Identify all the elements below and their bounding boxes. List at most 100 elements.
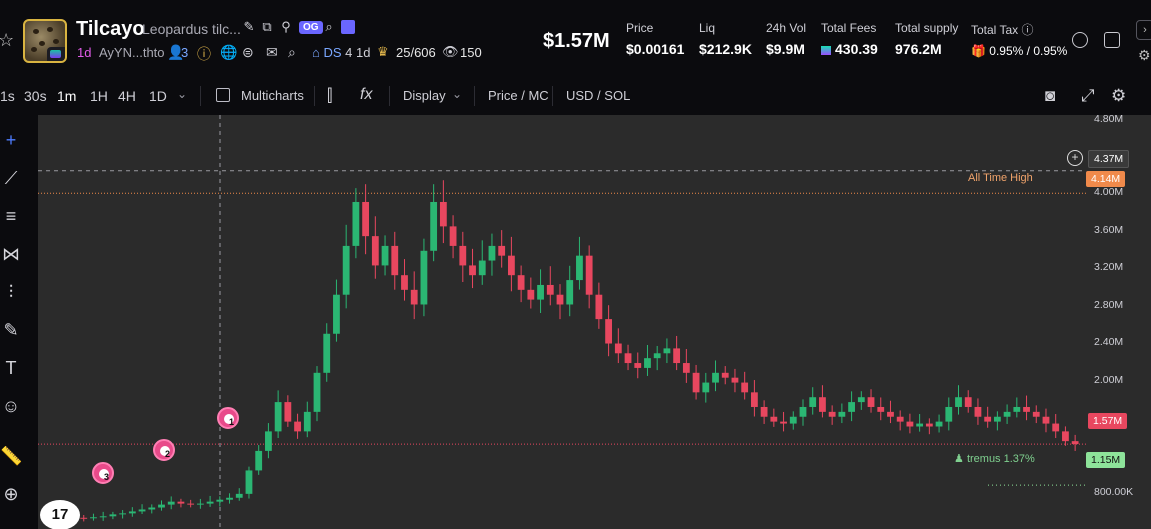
favorite-star-icon[interactable]: ☆ <box>0 30 14 51</box>
drawing-tools: + ⟋ ≡ ⋈ ⫶ ✎ T ☺ 📏 ⊕ <box>0 115 38 529</box>
candle-body <box>206 501 214 504</box>
candle-body <box>906 421 914 427</box>
emoji-icon[interactable]: ☺ <box>0 395 22 417</box>
tradingview-logo: 17 <box>40 500 80 529</box>
y-axis-label: 2.40M <box>1094 336 1124 348</box>
timeframe-chevron-down-icon[interactable]: ⌄ <box>177 87 187 101</box>
token-logo <box>23 19 67 63</box>
copy-icon[interactable]: ⧉ <box>260 20 274 34</box>
pattern-icon[interactable]: ⋈ <box>0 243 22 265</box>
fullscreen-icon[interactable]: ⤢ <box>1081 86 1095 106</box>
candle-body <box>216 499 224 502</box>
candle-body <box>770 416 778 422</box>
candle-body <box>119 513 127 515</box>
candle-body <box>138 509 146 512</box>
candle-body <box>148 507 156 510</box>
zoom-icon[interactable]: ⊕ <box>0 483 22 505</box>
candle-body <box>80 517 88 519</box>
candle-body <box>284 402 292 422</box>
website-icon[interactable]: 🌐 <box>220 44 237 61</box>
candle-body <box>634 363 642 368</box>
token-address[interactable]: AyYN...thto <box>99 45 165 60</box>
camera-icon[interactable]: ◙ <box>1045 86 1055 106</box>
candle-body <box>877 406 885 412</box>
candles-icon[interactable]: ⫿ <box>327 86 332 106</box>
token-full-name: Leopardus tilc... <box>142 21 241 37</box>
candle-body <box>323 333 331 373</box>
chat-icon[interactable]: ✉ <box>266 44 278 61</box>
multicharts-checkbox[interactable] <box>216 88 230 102</box>
candle-body <box>1042 416 1050 424</box>
candle-body <box>430 201 438 251</box>
candle-body <box>925 423 933 427</box>
display-chevron-down-icon[interactable]: ⌄ <box>452 87 462 101</box>
candle-body <box>381 245 389 266</box>
candle-body <box>828 411 836 417</box>
gear-icon[interactable]: ⚙ <box>1138 47 1151 64</box>
candle-body <box>187 503 195 505</box>
candle-body <box>459 245 467 266</box>
horizontal-lines-icon[interactable]: ≡ <box>0 205 22 227</box>
price-chart[interactable]: 4.80M 4.00M 3.60M 3.20M 2.80M 2.40M 2.00… <box>38 113 1151 529</box>
candle-body <box>595 294 603 320</box>
info-icon[interactable]: ⓘ <box>1021 23 1033 37</box>
candle-body <box>391 245 399 276</box>
layout-panel-icon[interactable] <box>1104 32 1120 48</box>
holders-count: 3 <box>181 45 189 60</box>
candle-body <box>420 250 428 305</box>
crown-icon: ♛ <box>377 44 389 59</box>
edit-icon[interactable]: ✎ <box>242 20 256 34</box>
search-icon[interactable]: ⌕ <box>322 20 336 34</box>
warning-icon: ⓘ <box>197 46 211 62</box>
alert-icon[interactable] <box>1072 32 1088 48</box>
timeframe-30s[interactable]: 30s <box>24 88 47 104</box>
candle-body <box>333 294 340 334</box>
candle-body <box>410 289 418 305</box>
display-menu[interactable]: Display <box>403 88 446 103</box>
collapse-icon[interactable]: › <box>1136 20 1151 40</box>
trade-marker[interactable]: 2 <box>153 439 175 461</box>
y-axis-label: 2.80M <box>1094 299 1124 311</box>
liquidity-stat: Liq $212.9K <box>699 21 752 57</box>
candle-body <box>245 470 253 494</box>
timeframe-1h[interactable]: 1H <box>90 88 108 104</box>
usd-sol-toggle[interactable]: USD / SOL <box>566 88 630 103</box>
brush-icon[interactable]: ✎ <box>0 319 22 341</box>
trade-marker[interactable]: 3 <box>92 462 114 484</box>
chart-toolbar: 1s 30s 1m 1H 4H 1D ⌄ Multicharts ⫿ fx Di… <box>0 77 1151 115</box>
trade-marker[interactable]: 1 <box>217 407 239 429</box>
candle-body <box>566 280 574 305</box>
fib-icon[interactable]: ⫶ <box>0 281 22 303</box>
candle-body <box>226 497 233 500</box>
y-axis-label: 3.60M <box>1094 224 1124 236</box>
indicators-icon[interactable]: fx <box>360 86 372 104</box>
candle-body <box>371 236 379 266</box>
trendline-icon[interactable]: ⟋ <box>0 167 22 189</box>
timeframe-1m[interactable]: 1m <box>57 88 76 104</box>
candle-body <box>614 343 622 354</box>
watchers-count: 150 <box>460 45 482 60</box>
candle-body <box>439 201 447 227</box>
flag-icon[interactable] <box>341 20 355 34</box>
gift-icon: 🎁 <box>971 44 986 58</box>
candle-body <box>1023 406 1030 412</box>
text-icon[interactable]: T <box>0 357 22 379</box>
timeframe-1d[interactable]: 1D <box>149 88 167 104</box>
add-alert-icon[interactable]: + <box>1067 150 1083 166</box>
settings-icon[interactable]: ⚙ <box>1111 86 1126 106</box>
candle-body <box>857 397 865 403</box>
price-stat: Price $0.00161 <box>626 21 685 57</box>
timeframe-4h[interactable]: 4H <box>118 88 136 104</box>
candle-body <box>556 294 564 305</box>
multicharts-label[interactable]: Multicharts <box>241 88 304 103</box>
price-mc-toggle[interactable]: Price / MC <box>488 88 549 103</box>
share-icon[interactable]: ⚲ <box>279 20 293 34</box>
crosshair-icon[interactable]: + <box>0 129 22 151</box>
candle-body <box>838 411 846 417</box>
candle-body <box>352 201 360 246</box>
candle-body <box>721 372 729 378</box>
ruler-icon[interactable]: 📏 <box>0 445 22 467</box>
twitter-icon[interactable]: ⊜ <box>242 44 254 61</box>
timeframe-1s[interactable]: 1s <box>0 88 15 104</box>
search-x-icon[interactable]: ⌕ <box>288 44 296 61</box>
